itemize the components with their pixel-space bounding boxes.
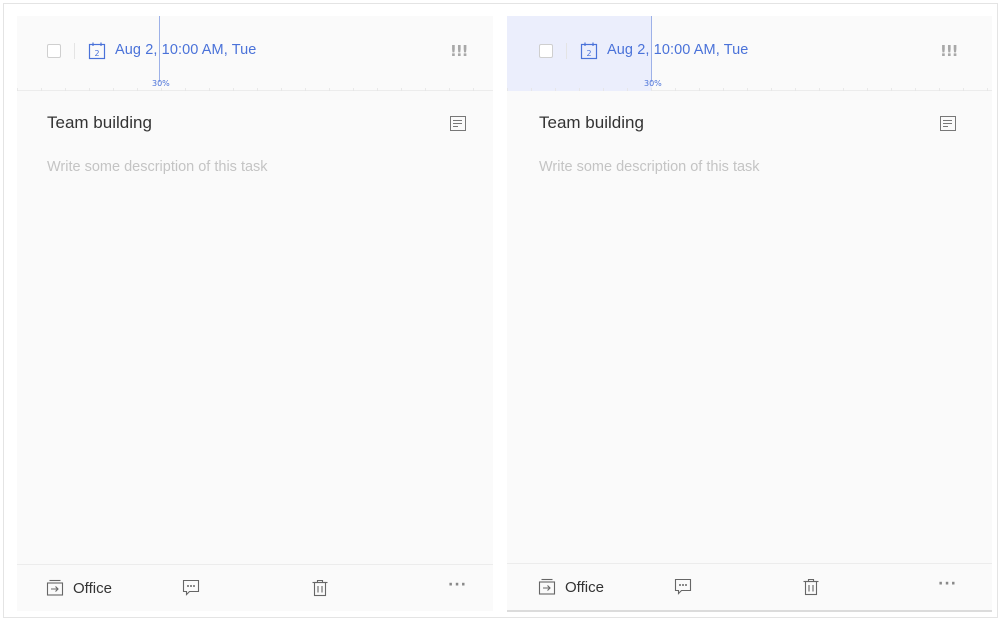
- calendar-day: 2: [586, 49, 591, 58]
- task-detail-panel: 30% 2 Aug 2, 10:00 AM, Tue !!! Team buil…: [17, 16, 493, 611]
- priority-icon[interactable]: !!!: [450, 42, 469, 60]
- calendar-day: 2: [94, 49, 99, 58]
- task-footer: Office ···: [17, 564, 493, 611]
- list-icon[interactable]: [46, 579, 64, 597]
- calendar-icon[interactable]: 2: [88, 42, 106, 60]
- task-title[interactable]: Team building: [539, 113, 644, 133]
- comment-icon[interactable]: [182, 579, 200, 597]
- task-checkbox[interactable]: [47, 44, 61, 58]
- progress-track[interactable]: [17, 88, 493, 91]
- due-date[interactable]: Aug 2, 10:00 AM, Tue: [607, 42, 748, 58]
- list-name[interactable]: Office: [565, 579, 604, 596]
- comment-icon[interactable]: [674, 578, 692, 596]
- task-header: 30% 2 Aug 2, 10:00 AM, Tue !!!: [17, 16, 493, 91]
- list-icon[interactable]: [538, 578, 556, 596]
- task-title[interactable]: Team building: [47, 113, 152, 133]
- divider: [74, 43, 75, 59]
- window-frame: 30% 2 Aug 2, 10:00 AM, Tue !!! Team buil…: [3, 3, 998, 618]
- description-input[interactable]: [539, 159, 919, 175]
- description-input[interactable]: [47, 159, 427, 175]
- description-icon[interactable]: [940, 116, 956, 131]
- more-icon[interactable]: ···: [938, 576, 957, 592]
- priority-icon[interactable]: !!!: [940, 42, 959, 60]
- more-icon[interactable]: ···: [448, 577, 467, 593]
- calendar-icon[interactable]: 2: [580, 42, 598, 60]
- progress-label: 30%: [152, 79, 170, 88]
- description-icon[interactable]: [450, 116, 466, 131]
- due-date[interactable]: Aug 2, 10:00 AM, Tue: [115, 42, 256, 58]
- trash-icon[interactable]: [311, 579, 329, 597]
- task-header: 30% 2 Aug 2, 10:00 AM, Tue !!!: [507, 16, 992, 91]
- task-detail-panel-hover: 30% 2 Aug 2, 10:00 AM, Tue !!! Team buil…: [507, 16, 992, 612]
- progress-label: 30%: [644, 79, 662, 88]
- progress-track[interactable]: [507, 88, 992, 91]
- task-footer: Office ···: [507, 563, 992, 610]
- list-name[interactable]: Office: [73, 580, 112, 597]
- divider: [566, 43, 567, 59]
- task-checkbox[interactable]: [539, 44, 553, 58]
- trash-icon[interactable]: [802, 578, 820, 596]
